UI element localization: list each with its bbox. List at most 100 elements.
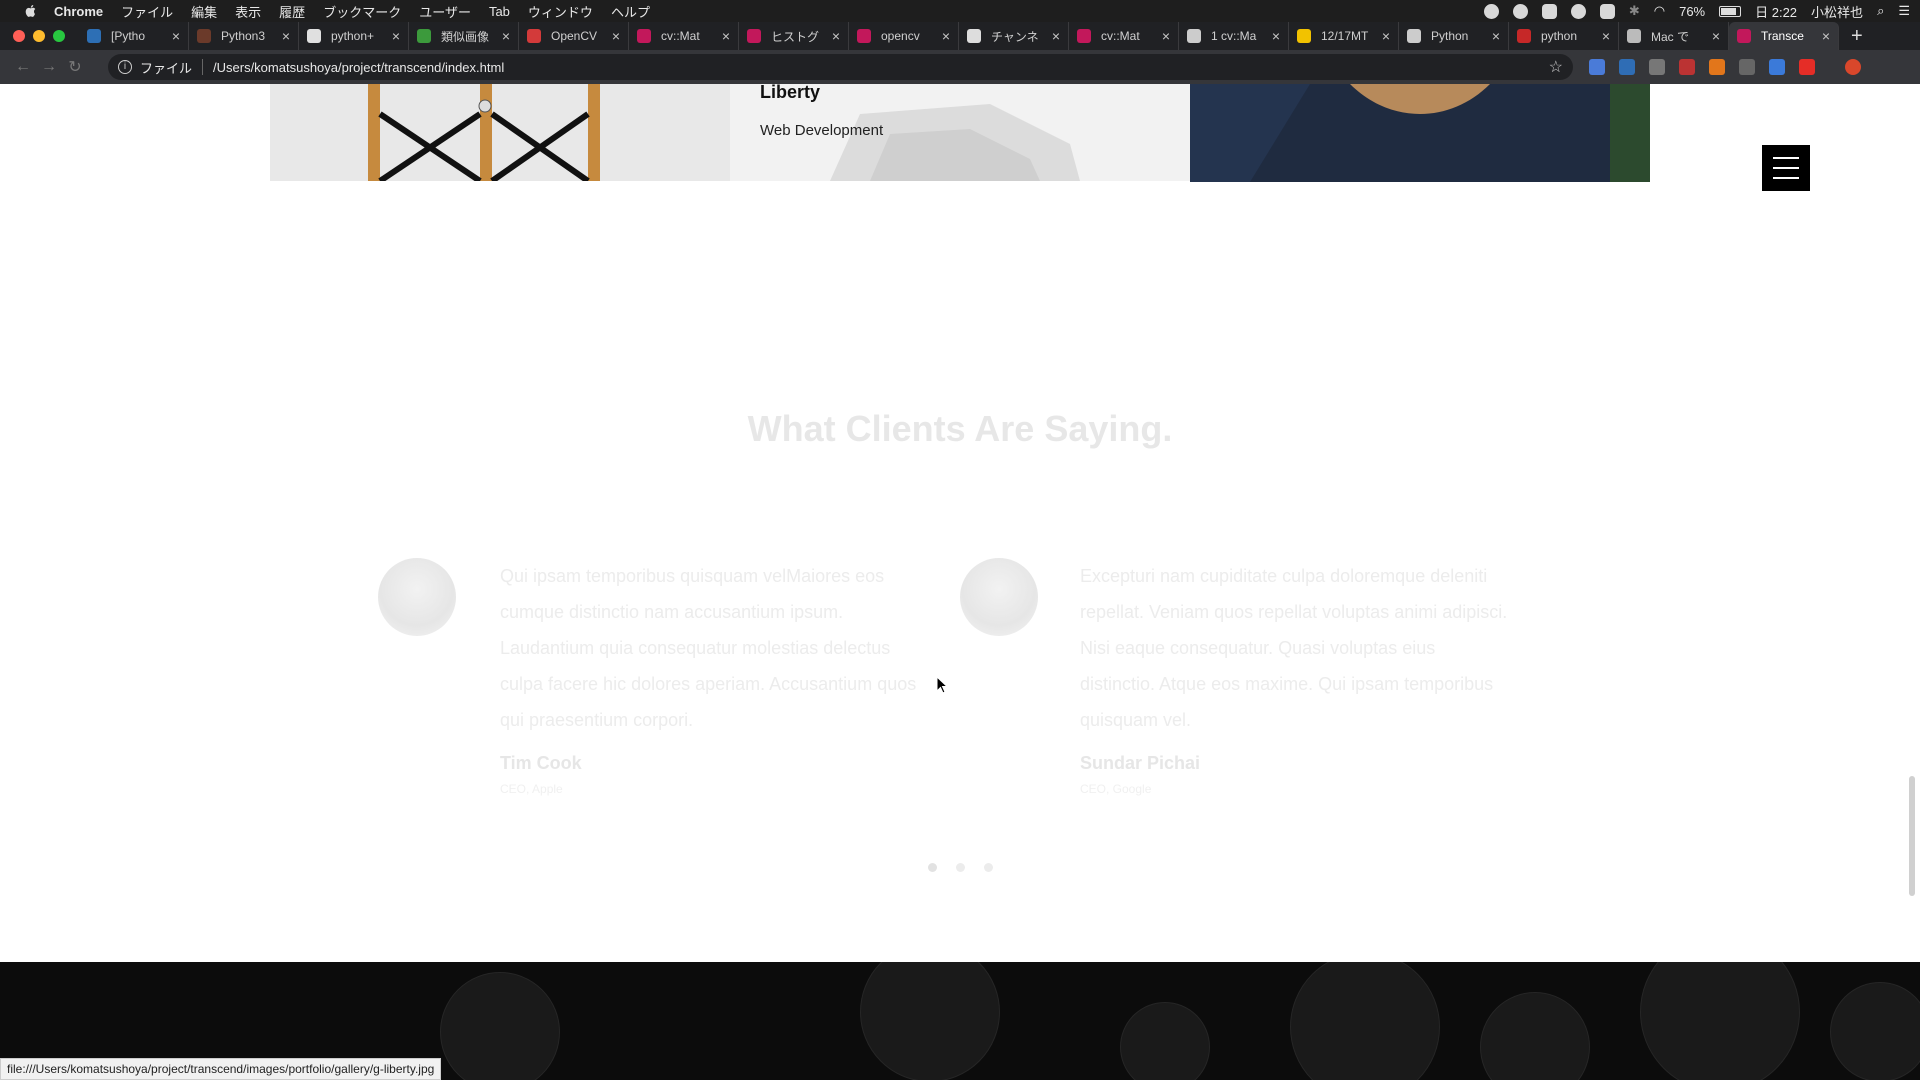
close-tab-icon[interactable]: × bbox=[502, 28, 510, 44]
menu-edit[interactable]: 編集 bbox=[191, 2, 217, 21]
dictionary-extension-icon[interactable] bbox=[1619, 59, 1635, 75]
browser-tab[interactable]: 類似画像 × bbox=[409, 22, 519, 50]
menu-bookmarks[interactable]: ブックマーク bbox=[323, 2, 401, 21]
browser-tab[interactable]: opencv × bbox=[849, 22, 959, 50]
menu-app-name[interactable]: Chrome bbox=[54, 4, 103, 19]
browser-tab[interactable]: [Pytho × bbox=[79, 22, 189, 50]
zoom-window-button[interactable] bbox=[53, 30, 65, 42]
background-pattern bbox=[1480, 992, 1590, 1080]
address-scheme-label: ファイル bbox=[140, 60, 193, 76]
menu-tab[interactable]: Tab bbox=[489, 4, 510, 19]
close-tab-icon[interactable]: × bbox=[612, 28, 620, 44]
apple-icon[interactable] bbox=[24, 4, 38, 18]
menu-help[interactable]: ヘルプ bbox=[611, 2, 650, 21]
forward-icon[interactable]: → bbox=[36, 58, 62, 76]
reload-icon[interactable]: ↻ bbox=[62, 57, 88, 77]
close-tab-icon[interactable]: × bbox=[1492, 28, 1500, 44]
close-tab-icon[interactable]: × bbox=[1382, 28, 1390, 44]
browser-tab[interactable]: python+ × bbox=[299, 22, 409, 50]
record-icon[interactable] bbox=[1483, 3, 1499, 19]
evernote-icon[interactable] bbox=[1541, 3, 1557, 19]
menu-history[interactable]: 履歴 bbox=[279, 2, 305, 21]
browser-tab[interactable]: Python × bbox=[1399, 22, 1509, 50]
gallery-item-chair[interactable] bbox=[270, 84, 730, 181]
menubar-user[interactable]: 小松祥也 bbox=[1811, 2, 1863, 21]
close-tab-icon[interactable]: × bbox=[172, 28, 180, 44]
tab-favicon-icon bbox=[1297, 29, 1311, 43]
grammarly-icon[interactable] bbox=[1512, 3, 1528, 19]
tab-favicon-icon bbox=[87, 29, 101, 43]
testimonial-quote: Qui ipsam temporibus quisquam velMaiores… bbox=[500, 566, 917, 730]
address-bar[interactable]: i ファイル /Users/komatsushoya/project/trans… bbox=[108, 54, 1573, 80]
testimonial-card: Excepturi nam cupiditate culpa doloremqu… bbox=[960, 558, 1507, 818]
browser-tab[interactable]: ヒストグ × bbox=[739, 22, 849, 50]
link-extension-icon[interactable] bbox=[1769, 59, 1785, 75]
menu-window[interactable]: ウィンドウ bbox=[528, 2, 593, 21]
screenshot-extension-icon[interactable] bbox=[1649, 59, 1665, 75]
page-scrollbar[interactable] bbox=[1909, 776, 1915, 896]
menu-file[interactable]: ファイル bbox=[121, 2, 173, 21]
close-tab-icon[interactable]: × bbox=[942, 28, 950, 44]
tab-favicon-icon bbox=[967, 29, 981, 43]
carousel-dot[interactable] bbox=[956, 863, 965, 872]
adblock-extension-icon[interactable] bbox=[1679, 59, 1695, 75]
browser-tab[interactable]: python × bbox=[1509, 22, 1619, 50]
notification-center-icon[interactable]: ☰ bbox=[1898, 3, 1910, 19]
translate-extension-icon[interactable] bbox=[1589, 59, 1605, 75]
tab-title: python+ bbox=[331, 29, 375, 43]
new-tab-button[interactable]: + bbox=[1851, 25, 1863, 48]
site-info-icon[interactable]: i bbox=[118, 60, 132, 74]
chair-image bbox=[270, 84, 730, 181]
client-name: Tim Cook bbox=[500, 753, 582, 773]
battery-icon[interactable] bbox=[1719, 5, 1742, 17]
client-role: CEO, Google bbox=[1080, 782, 1152, 796]
metamask-extension-icon[interactable] bbox=[1709, 59, 1725, 75]
profile-avatar[interactable] bbox=[1845, 59, 1861, 75]
gallery-item-portrait[interactable] bbox=[1190, 84, 1650, 182]
address-url[interactable]: /Users/komatsushoya/project/transcend/in… bbox=[213, 60, 504, 75]
creative-cloud-icon[interactable] bbox=[1570, 3, 1586, 19]
browser-tab[interactable]: Python3 × bbox=[189, 22, 299, 50]
close-tab-icon[interactable]: × bbox=[1712, 28, 1720, 44]
hamburger-menu-button[interactable] bbox=[1762, 145, 1810, 191]
menu-view[interactable]: 表示 bbox=[235, 2, 261, 21]
close-tab-icon[interactable]: × bbox=[282, 28, 290, 44]
tab-favicon-icon bbox=[1077, 29, 1091, 43]
carousel-dot[interactable] bbox=[928, 863, 937, 872]
close-tab-icon[interactable]: × bbox=[1272, 28, 1280, 44]
close-tab-icon[interactable]: × bbox=[1822, 28, 1830, 44]
browser-tab[interactable]: cv::Mat × bbox=[629, 22, 739, 50]
macos-menubar: Chrome ファイル 編集 表示 履歴 ブックマーク ユーザー Tab ウィン… bbox=[0, 0, 1920, 22]
carousel-dot[interactable] bbox=[984, 863, 993, 872]
menubar-clock[interactable]: 日 2:22 bbox=[1755, 2, 1797, 21]
close-tab-icon[interactable]: × bbox=[832, 28, 840, 44]
wifi-icon[interactable]: ◠ bbox=[1654, 3, 1665, 19]
minimize-window-button[interactable] bbox=[33, 30, 45, 42]
close-tab-icon[interactable]: × bbox=[1052, 28, 1060, 44]
browser-tab[interactable]: OpenCV × bbox=[519, 22, 629, 50]
selenium-extension-icon[interactable] bbox=[1739, 59, 1755, 75]
close-tab-icon[interactable]: × bbox=[1162, 28, 1170, 44]
background-pattern bbox=[1640, 962, 1800, 1080]
browser-tab[interactable]: 1 cv::Ma × bbox=[1179, 22, 1289, 50]
menu-people[interactable]: ユーザー bbox=[419, 2, 471, 21]
bluetooth-icon[interactable]: ✱ bbox=[1629, 3, 1640, 19]
page-viewport: Liberty Web Development What Clients Are… bbox=[0, 84, 1920, 1080]
close-tab-icon[interactable]: × bbox=[1602, 28, 1610, 44]
browser-tab[interactable]: cv::Mat × bbox=[1069, 22, 1179, 50]
browser-tab[interactable]: Mac で × bbox=[1619, 22, 1729, 50]
browser-tab[interactable]: Transce × bbox=[1729, 22, 1839, 50]
browser-tab[interactable]: 12/17MT × bbox=[1289, 22, 1399, 50]
gallery-item-liberty[interactable]: Liberty Web Development bbox=[730, 84, 1190, 181]
close-tab-icon[interactable]: × bbox=[722, 28, 730, 44]
bookmark-star-icon[interactable]: ☆ bbox=[1549, 57, 1563, 77]
back-icon[interactable]: ← bbox=[10, 58, 36, 76]
input-method-icon[interactable] bbox=[1599, 3, 1615, 19]
tab-favicon-icon bbox=[197, 29, 211, 43]
tab-title: 12/17MT bbox=[1321, 29, 1369, 43]
spotlight-search-icon[interactable]: ⌕ bbox=[1877, 3, 1884, 19]
youtube-extension-icon[interactable] bbox=[1799, 59, 1815, 75]
close-tab-icon[interactable]: × bbox=[392, 28, 400, 44]
browser-tab[interactable]: チャンネ × bbox=[959, 22, 1069, 50]
close-window-button[interactable] bbox=[13, 30, 25, 42]
